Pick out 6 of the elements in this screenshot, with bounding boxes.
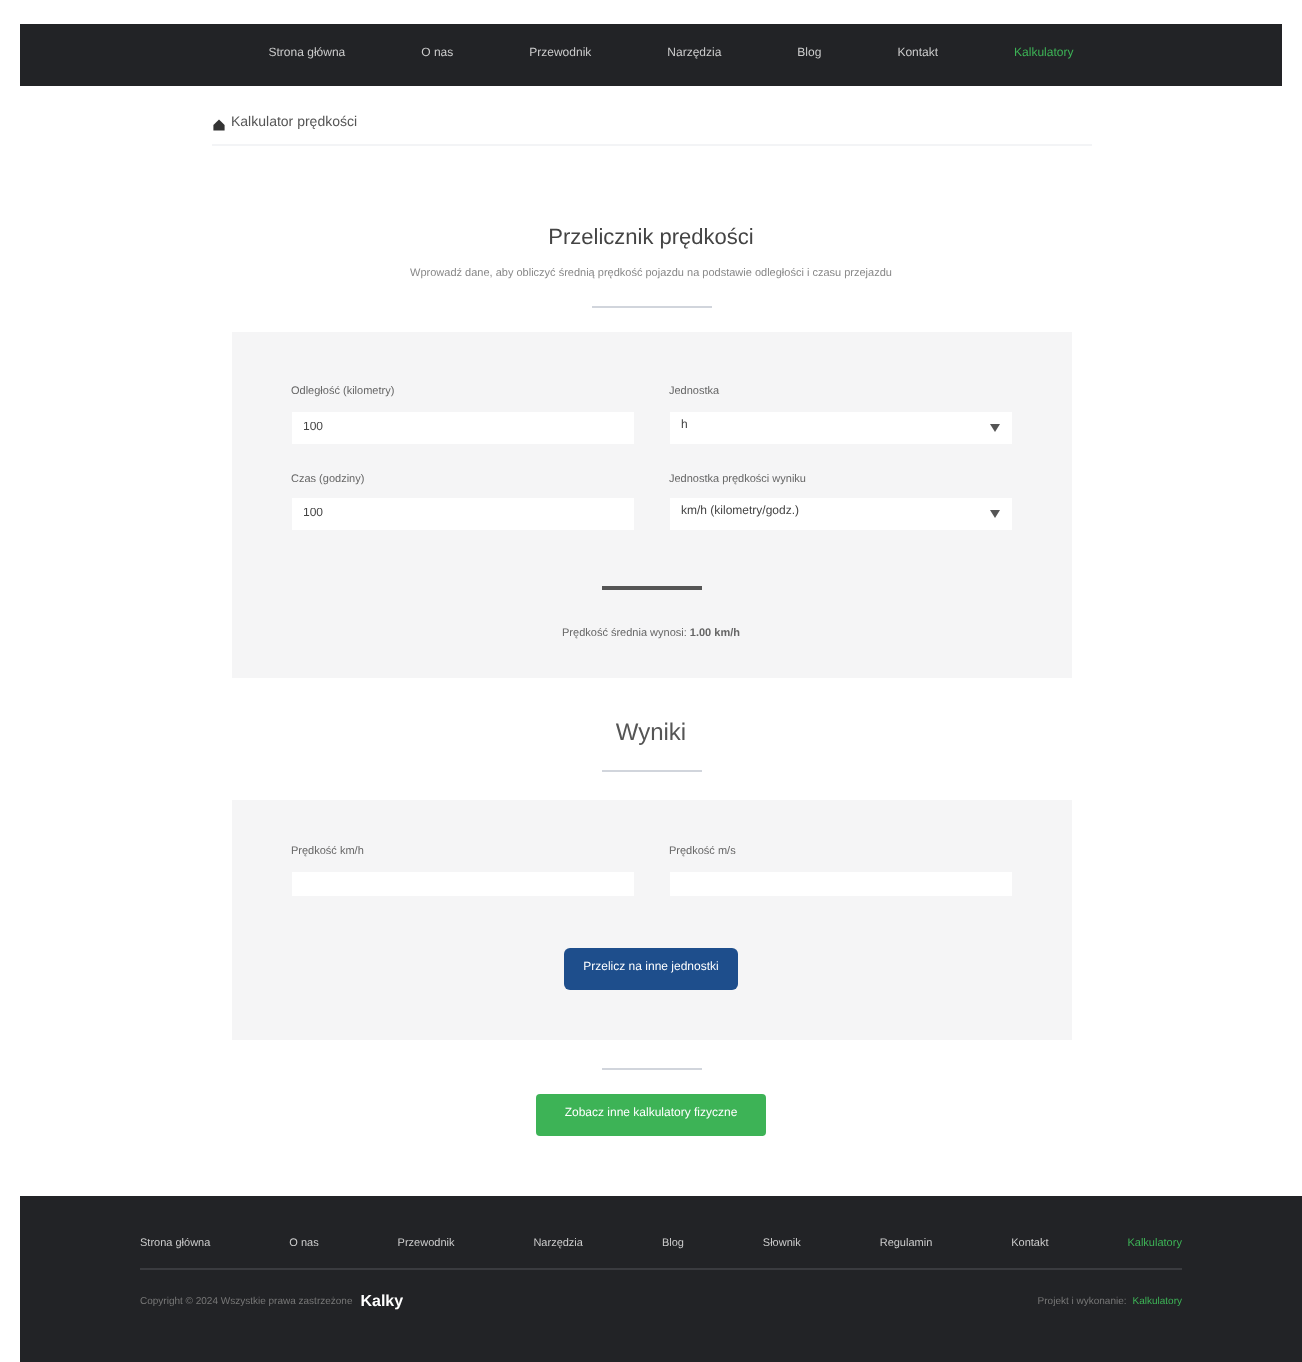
results-title: Wyniki: [613, 716, 689, 750]
caret-icon: [989, 509, 999, 518]
calculator-title: Przelicznik prędkości: [546, 223, 756, 253]
footer-logo: Kalky: [360, 1290, 404, 1315]
home-icon: [211, 117, 225, 132]
caret-icon: [989, 423, 999, 431]
